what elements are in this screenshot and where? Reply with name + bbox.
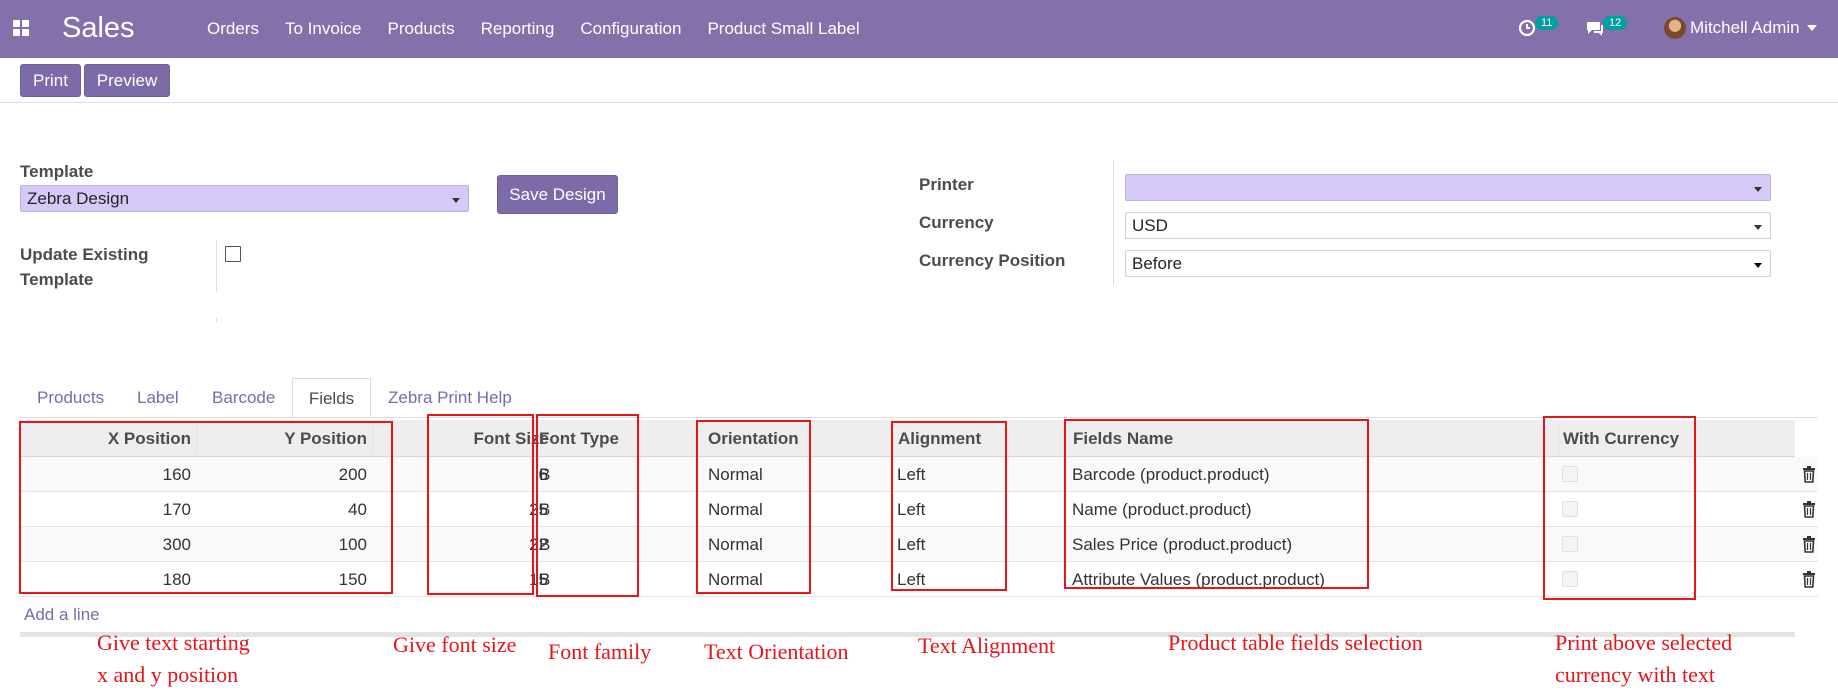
preview-button[interactable]: Preview [84,64,170,97]
annotation-alignment-text: Text Alignment [918,633,1056,658]
dropdown-caret-icon [1754,263,1762,268]
annotation-box-font-type [536,414,639,597]
annotation-currency-text: Print above selected currency with text [1555,630,1733,687]
trash-icon[interactable] [1801,535,1817,553]
printer-select[interactable] [1125,174,1771,201]
annotation-box-currency [1543,416,1696,600]
menu-to-invoice[interactable]: To Invoice [285,19,362,39]
tab-fields[interactable]: Fields [292,378,371,418]
activities-badge: 11 [1535,16,1559,30]
currency-position-value: Before [1132,254,1183,273]
top-navbar: Sales Orders To Invoice Products Reporti… [0,0,1838,58]
tab-products[interactable]: Products [37,378,104,418]
user-menu[interactable]: Mitchell Admin [1690,18,1800,38]
print-button[interactable]: Print [20,64,81,97]
annotation-font-family-text: Font family [548,639,652,664]
dropdown-caret-icon [1754,225,1762,230]
dropdown-caret-icon [1754,187,1762,192]
currency-position-select[interactable]: Before [1125,250,1771,277]
dropdown-caret-icon [452,198,460,203]
activity-clock-icon[interactable] [1517,18,1537,38]
printer-label: Printer [919,175,974,194]
annotation-xy-text: Give text starting x and y position [97,630,250,687]
field-divider-tick [216,318,217,322]
trash-icon[interactable] [1801,570,1817,588]
annotation-box-alignment [891,421,1007,591]
template-value: Zebra Design [27,189,130,208]
user-avatar[interactable] [1664,17,1686,39]
menu-product-small-label[interactable]: Product Small Label [707,19,859,39]
tab-label[interactable]: Label [137,378,179,418]
menu-orders[interactable]: Orders [207,19,259,39]
currency-value: USD [1132,216,1168,235]
trash-icon[interactable] [1801,465,1817,483]
chat-messages-icon[interactable] [1585,18,1605,38]
tab-zebra-print-help[interactable]: Zebra Print Help [388,378,512,418]
main-menu: Orders To Invoice Products Reporting Con… [207,19,886,39]
currency-position-label: Currency Position [919,251,1066,270]
menu-configuration[interactable]: Configuration [580,19,681,39]
annotation-orientation-text: Text Orientation [704,639,849,664]
messages-badge: 12 [1603,16,1628,30]
apps-menu-icon[interactable] [13,20,29,36]
chevron-down-icon[interactable] [1807,25,1817,31]
update-existing-template-checkbox[interactable] [225,246,241,262]
control-panel-divider [0,102,1838,103]
currency-select[interactable]: USD [1125,212,1771,239]
template-select[interactable]: Zebra Design [20,185,469,212]
add-line-link[interactable]: Add a line [24,605,100,625]
currency-label: Currency [919,213,994,232]
tab-barcode[interactable]: Barcode [212,378,275,418]
update-existing-template-label: Update Existing Template [20,245,149,289]
trash-icon[interactable] [1801,500,1817,518]
menu-products[interactable]: Products [388,19,455,39]
annotation-box-orientation [696,420,811,594]
field-divider [1113,160,1114,285]
save-design-button[interactable]: Save Design [497,175,618,214]
menu-reporting[interactable]: Reporting [481,19,555,39]
field-divider [216,240,217,292]
template-label: Template [20,162,94,181]
annotation-box-xy [19,421,393,594]
annotation-box-font-size [427,414,534,595]
app-name[interactable]: Sales [62,12,135,45]
annotation-box-fields [1064,419,1369,589]
annotation-font-size-text: Give font size [393,632,517,657]
table-footer [20,632,1795,637]
annotation-fields-text: Product table fields selection [1168,630,1423,655]
